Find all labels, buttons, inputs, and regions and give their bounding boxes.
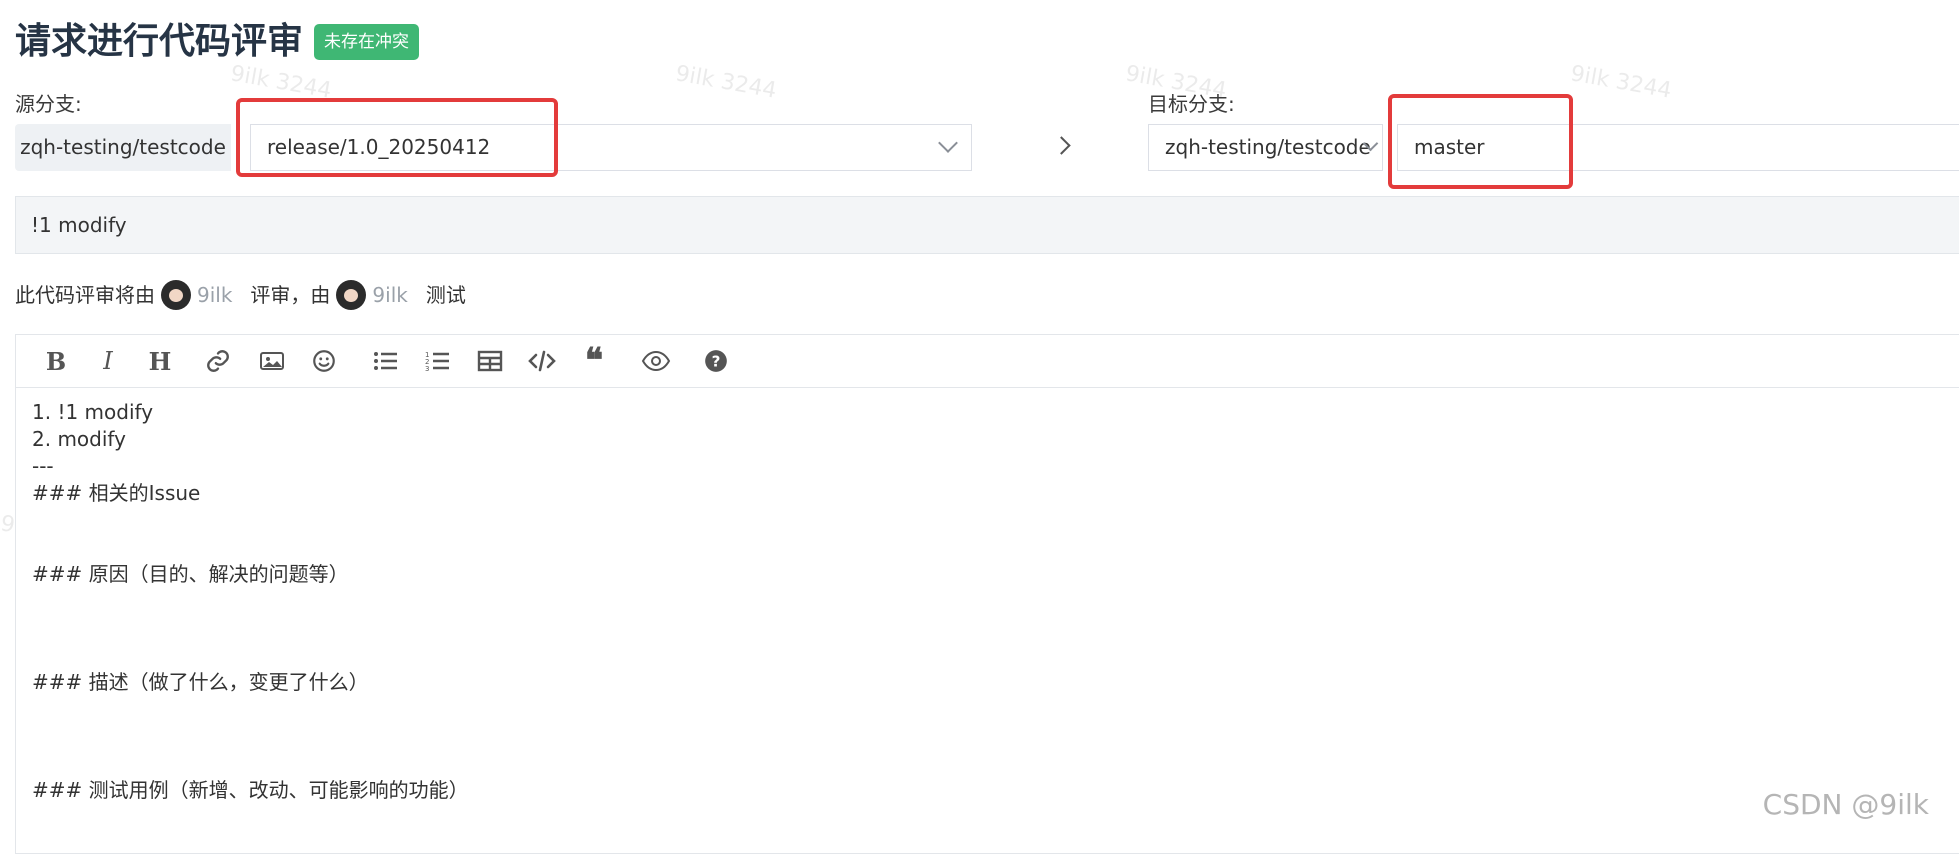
- preview-icon[interactable]: [640, 345, 672, 377]
- markdown-editor: B I H 123 ❝ ? 1. !1 modify 2. modify ---…: [15, 334, 1959, 854]
- reviewer-info: 此代码评审将由 9ilk 评审，由 9ilk 测试: [15, 279, 466, 311]
- target-branch-label: 目标分支:: [1148, 92, 1235, 116]
- reviewer-name[interactable]: 9ilk: [197, 279, 232, 311]
- watermark: 9ilk 3244: [1568, 61, 1674, 104]
- csdn-credit: CSDN @9ilk: [1762, 788, 1929, 821]
- italic-icon[interactable]: I: [92, 345, 124, 377]
- editor-toolbar: B I H 123 ❝ ?: [16, 335, 1959, 388]
- svg-text:?: ?: [712, 352, 721, 370]
- emoji-icon[interactable]: [308, 345, 340, 377]
- heading-icon[interactable]: H: [144, 345, 176, 377]
- tester-name[interactable]: 9ilk: [372, 279, 407, 311]
- conflict-status-badge: 未存在冲突: [314, 24, 419, 60]
- source-repo-prefix: zqh-testing/testcode: [15, 124, 231, 171]
- reviewer-prefix: 此代码评审将由: [15, 283, 155, 307]
- target-branch-highlight: [1388, 94, 1573, 189]
- image-icon[interactable]: [256, 345, 288, 377]
- bullet-list-icon[interactable]: [370, 345, 402, 377]
- page-title: 请求进行代码评审: [15, 21, 304, 62]
- tester-avatar[interactable]: [336, 280, 367, 310]
- reviewer-suffix: 测试: [425, 283, 466, 307]
- chevron-right-icon: [1052, 136, 1071, 155]
- table-icon[interactable]: [474, 345, 506, 377]
- reviewer-mid: 评审，由: [250, 283, 331, 307]
- chevron-down-icon: [938, 133, 958, 153]
- editor-content[interactable]: 1. !1 modify 2. modify --- ### 相关的Issue …: [32, 399, 469, 804]
- target-repo-value: zqh-testing/testcode: [1165, 135, 1371, 159]
- link-icon[interactable]: [202, 345, 234, 377]
- pr-title-input[interactable]: !1 modify: [15, 196, 1959, 254]
- bold-icon[interactable]: B: [40, 345, 72, 377]
- code-icon[interactable]: [526, 345, 558, 377]
- quote-icon[interactable]: ❝: [578, 341, 610, 381]
- reviewer-avatar[interactable]: [161, 280, 191, 310]
- source-branch-highlight: [236, 98, 558, 177]
- watermark: 9ilk 3244: [673, 61, 779, 104]
- help-icon[interactable]: ?: [700, 345, 732, 377]
- target-repo-select[interactable]: zqh-testing/testcode: [1148, 124, 1383, 171]
- svg-text:3: 3: [425, 365, 429, 373]
- source-branch-label: 源分支:: [15, 92, 82, 116]
- numbered-list-icon[interactable]: 123: [422, 345, 454, 377]
